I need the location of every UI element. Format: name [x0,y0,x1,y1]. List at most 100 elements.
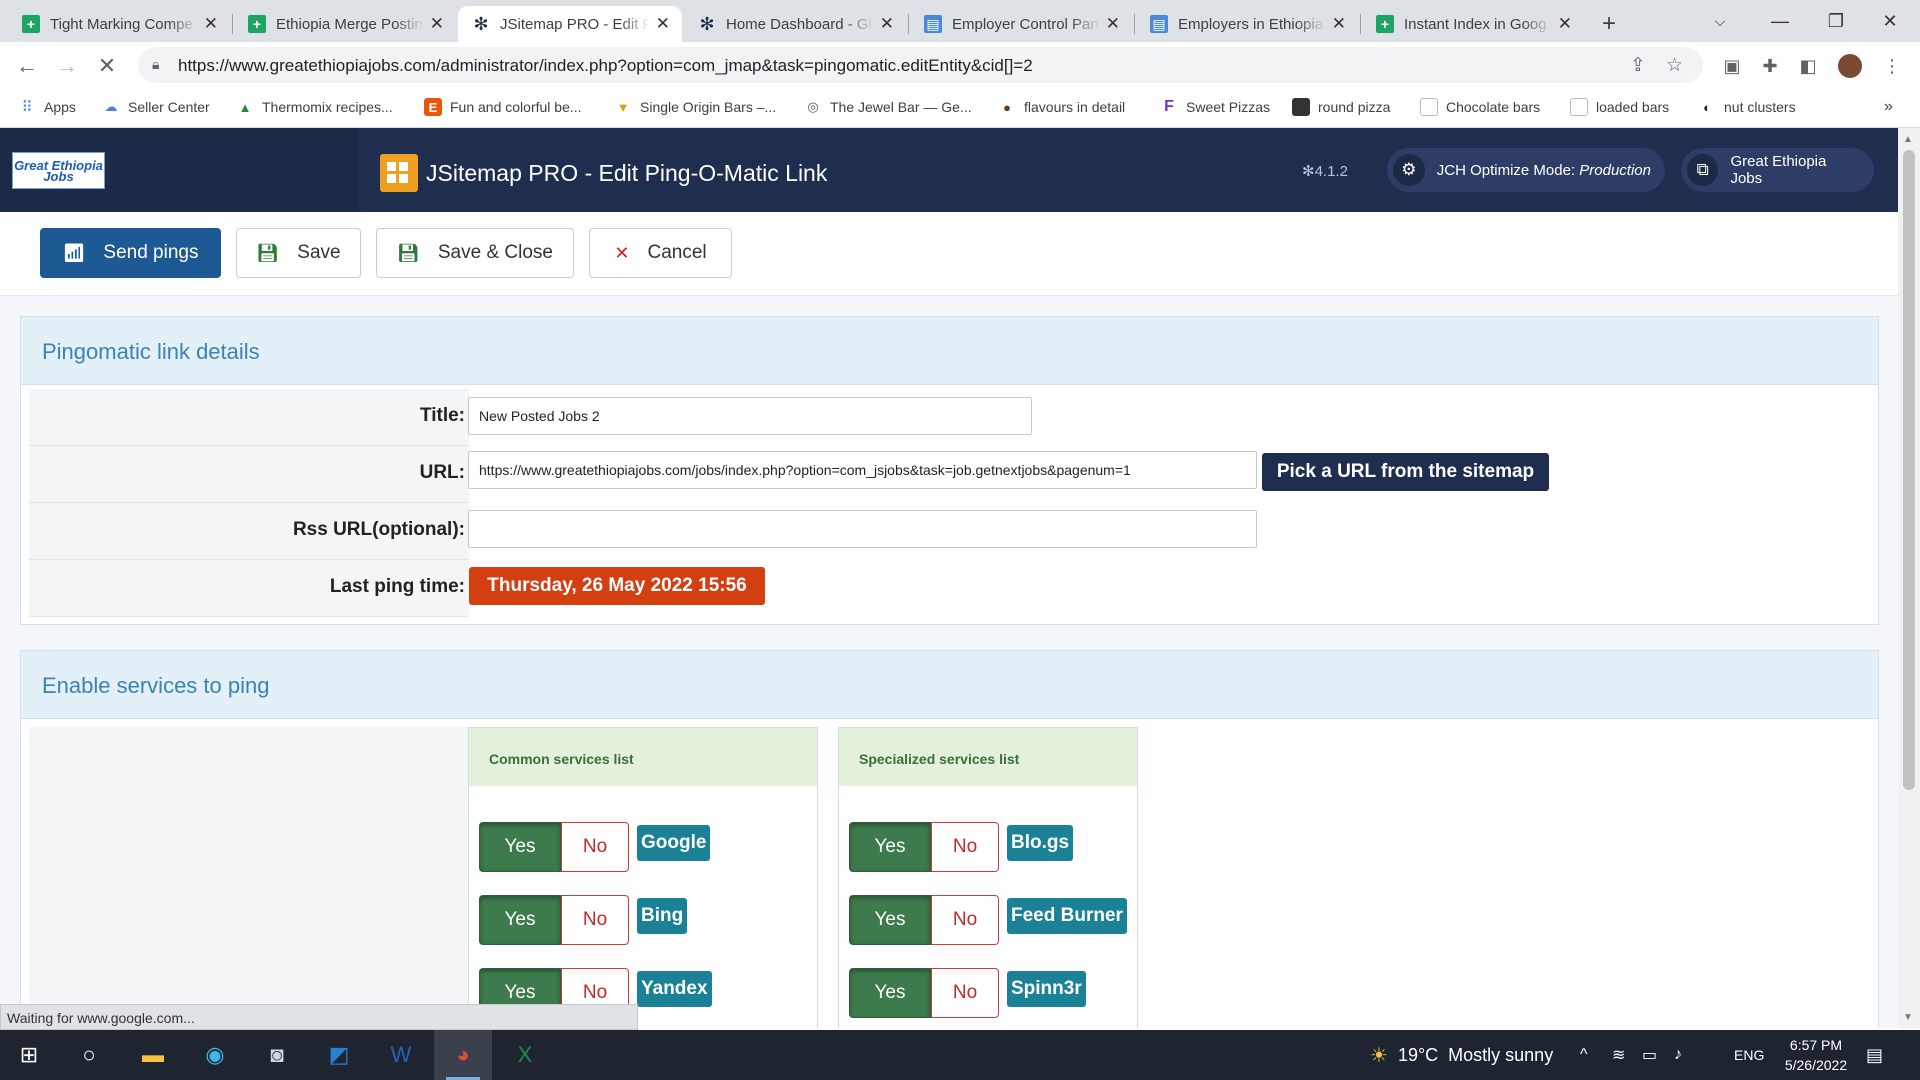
gear-icon: ⚙ [1393,154,1425,186]
title-input[interactable]: New Posted Jobs 2 [468,397,1032,435]
no-option[interactable]: No [931,822,999,872]
bookmark-flavours[interactable]: ● flavours in detail [998,98,1125,116]
yes-option[interactable]: Yes [849,895,931,945]
bookmark-jewel-bar[interactable]: ◎ The Jewel Bar — Ge... [804,98,971,116]
panel-heading: Enable services to ping [21,651,1878,719]
blogs-toggle[interactable]: Yes No [849,822,999,872]
clock[interactable]: 6:57 PM 5/26/2022 [1776,1030,1856,1080]
no-option[interactable]: No [931,895,999,945]
rss-url-input[interactable] [468,510,1257,548]
language-indicator[interactable]: ENG [1734,1030,1764,1080]
battery-icon[interactable]: ▭ [1642,1030,1657,1080]
page-scrollbar[interactable]: ▲ ▼ [1898,128,1920,1028]
save-button[interactable]: 💾︎ Save [236,228,361,278]
stop-loading-button[interactable]: ✕ [92,51,122,81]
chrome-button[interactable]: ◕ [434,1030,492,1080]
wifi-icon[interactable]: ≋ [1612,1030,1625,1080]
edge-button[interactable]: ◉ [186,1030,244,1080]
services-label-column [29,727,469,1028]
start-button[interactable]: ⊞ [0,1030,58,1080]
notifications-icon[interactable]: ▤ [1866,1030,1883,1080]
excel-button[interactable]: X [496,1030,554,1080]
bookmark-sweet-pizzas[interactable]: F Sweet Pizzas [1160,98,1270,116]
tab-title: Tight Marking Compe [50,15,193,33]
outlook-icon: ◩ [328,1042,350,1067]
no-option[interactable]: No [561,895,629,945]
site-link-button[interactable]: ⧉ Great Ethiopia Jobs [1681,148,1874,192]
browser-tab-4[interactable]: ✻ Home Dashboard - Gl ✕ [684,6,906,42]
weather-widget[interactable]: ☀ 19°C Mostly sunny [1370,1030,1553,1080]
search-button[interactable]: ○ [60,1030,118,1080]
browser-tab-1[interactable]: + Tight Marking Compe ✕ [8,6,230,42]
bookmark-nut-clusters[interactable]: ◐ nut clusters [1698,98,1796,116]
yes-option[interactable]: Yes [479,895,561,945]
bookmark-thermomix[interactable]: ▲ Thermomix recipes... [236,98,393,116]
omnibox[interactable]: 🔒︎ https://www.greatethiopiajobs.com/adm… [138,47,1703,83]
no-option[interactable]: No [931,968,999,1018]
bookmark-loaded-bars[interactable]: loaded bars [1570,98,1669,116]
restore-button[interactable]: ❐ [1806,0,1866,42]
star-icon[interactable]: ☆ [1666,54,1683,77]
close-icon[interactable]: ✕ [430,14,444,34]
bookmark-apps[interactable]: ⠿ Apps [18,98,76,116]
bookmark-round-pizza[interactable]: round pizza [1292,98,1390,116]
bookmarks-overflow-button[interactable]: » [1884,98,1893,116]
avatar[interactable] [1838,54,1862,78]
bookmark-seller-center[interactable]: ☁ Seller Center [102,98,210,116]
forward-button[interactable]: → [52,51,82,81]
close-icon[interactable]: ✕ [656,14,670,34]
save-close-button[interactable]: 💾︎ Save & Close [376,228,574,278]
share-icon[interactable]: ⇪ [1630,54,1646,77]
feedburner-toggle[interactable]: Yes No [849,895,999,945]
speaker-icon[interactable]: ♪ [1674,1030,1682,1080]
yes-option[interactable]: Yes [479,822,561,872]
no-option[interactable]: No [561,822,629,872]
chevron-up-icon[interactable]: ^ [1580,1030,1588,1080]
extension-icon[interactable]: ▣ [1720,54,1744,78]
browser-tab-5[interactable]: ▤ Employer Control Pan ✕ [910,6,1132,42]
bing-toggle[interactable]: Yes No [479,895,629,945]
scrollbar-thumb[interactable] [1903,150,1915,790]
browser-tab-2[interactable]: + Ethiopia Merge Postin ✕ [234,6,456,42]
scroll-down-icon[interactable]: ▼ [1903,1012,1913,1023]
puzzle-icon[interactable]: ✚ [1758,54,1782,78]
file-explorer-button[interactable]: ▬ [124,1030,182,1080]
pick-url-button[interactable]: Pick a URL from the sitemap [1262,453,1549,491]
menu-icon[interactable]: ⋮ [1880,54,1904,78]
url-text[interactable]: https://www.greatethiopiajobs.com/admini… [178,56,1033,76]
site-logo[interactable]: Great Ethiopia Jobs [12,152,105,189]
url-input[interactable]: https://www.greatethiopiajobs.com/jobs/i… [468,451,1257,489]
send-pings-button[interactable]: 📶︎ Send pings [40,228,221,278]
close-window-button[interactable]: ✕ [1860,0,1920,42]
google-toggle[interactable]: Yes No [479,822,629,872]
outlook-button[interactable]: ◩ [310,1030,368,1080]
yes-option[interactable]: Yes [849,822,931,872]
close-icon[interactable]: ✕ [880,14,894,34]
browser-tab-7[interactable]: + Instant Index in Goog ✕ [1362,6,1584,42]
camera-button[interactable]: ◙ [248,1030,306,1080]
bookmark-favicon-icon: ◎ [807,99,819,114]
close-icon[interactable]: ✕ [204,14,218,34]
bookmark-fun-colorful[interactable]: E Fun and colorful be... [424,98,582,116]
tab-search-button[interactable]: ⌵ [1690,0,1750,42]
close-icon[interactable]: ✕ [1558,14,1572,34]
back-button[interactable]: ← [12,51,42,81]
browser-tab-6[interactable]: ▤ Employers in Ethiopia ✕ [1136,6,1358,42]
spinn3r-toggle[interactable]: Yes No [849,968,999,1018]
scroll-up-icon[interactable]: ▲ [1903,134,1913,145]
cancel-button[interactable]: ✕ Cancel [589,228,732,278]
close-icon[interactable]: ✕ [1332,14,1346,34]
service-label-bing: Bing [637,898,688,934]
jsitemap-icon [380,154,418,192]
bookmark-single-origin[interactable]: ▼ Single Origin Bars –... [614,98,777,116]
jch-optimize-button[interactable]: ⚙ JCH Optimize Mode: Production [1387,148,1665,192]
minimize-button[interactable]: — [1750,0,1810,42]
side-panel-icon[interactable]: ◧ [1796,54,1820,78]
yes-option[interactable]: Yes [849,968,931,1018]
service-label-blogs: Blo.gs [1007,825,1074,861]
browser-tab-3-active[interactable]: ✻ JSitemap PRO - Edit P ✕ [458,6,682,42]
bookmark-chocolate-bars[interactable]: Chocolate bars [1420,98,1540,116]
new-tab-button[interactable]: + [1594,6,1634,42]
word-button[interactable]: W [372,1030,430,1080]
close-icon[interactable]: ✕ [1106,14,1120,34]
